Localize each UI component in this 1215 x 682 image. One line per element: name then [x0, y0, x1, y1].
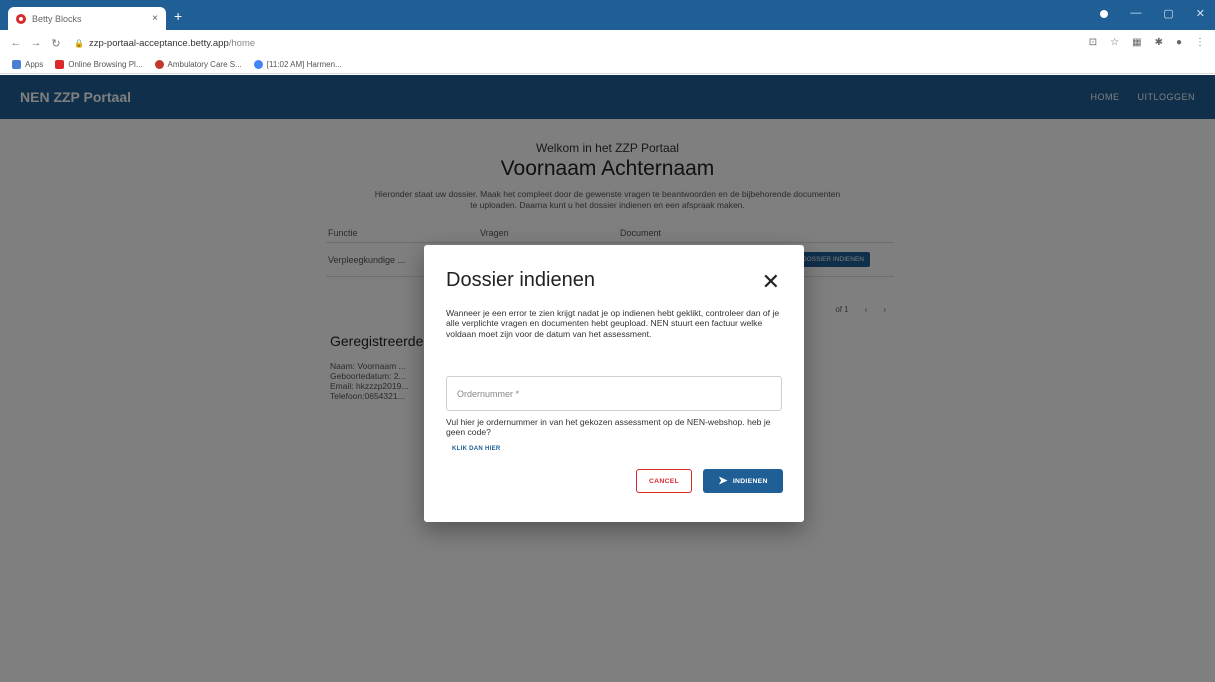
window-controls: — ▢ ✕ — [1100, 7, 1205, 20]
puzzle-icon[interactable]: ✱ — [1155, 37, 1163, 48]
google-icon — [253, 60, 263, 69]
dialog-message: Wanneer je een error te zien krijgt nada… — [446, 308, 780, 339]
lock-icon: 🔒 — [74, 38, 84, 48]
bookmark-online-browsing[interactable]: Online Browsing Pl... — [55, 60, 143, 69]
url-host: zzp-portaal-acceptance.betty.app — [88, 37, 229, 49]
extension-icon[interactable]: ▦ — [1132, 37, 1141, 48]
bookmark-harmen[interactable]: [11:02 AM] Harmen... — [253, 60, 342, 69]
star-icon[interactable]: ☆ — [1110, 37, 1119, 48]
order-helper-text: Vul hier je ordernummer in van het gekoz… — [446, 417, 771, 438]
order-number-input[interactable] — [446, 376, 782, 411]
menu-icon[interactable]: ⋮ — [1195, 37, 1205, 48]
apps-grid-icon — [12, 60, 21, 69]
bookmark-icon — [154, 60, 164, 69]
bookmark-ambulatory[interactable]: Ambulatory Care S... — [154, 60, 242, 69]
translate-icon[interactable]: ⊡ — [1089, 37, 1097, 48]
new-tab-button[interactable]: + — [174, 8, 182, 24]
profile-icon[interactable]: ● — [1176, 37, 1182, 48]
url-path: /home — [228, 37, 256, 49]
tab-title: Betty Blocks — [32, 13, 82, 24]
bookmark-apps[interactable]: Apps — [12, 60, 43, 69]
record-icon[interactable] — [1100, 10, 1109, 18]
browser-toolbar: ← → ↻ 🔒 zzp-portaal-acceptance.betty.app… — [0, 30, 1215, 56]
send-arrow-icon: ➤ — [718, 474, 728, 487]
cancel-button[interactable]: CANCEL — [636, 469, 692, 493]
click-here-link[interactable]: KLIK DAN HIER — [452, 446, 501, 452]
submit-dossier-dialog: Dossier indienen ✕ Wanneer je een error … — [424, 245, 804, 522]
browser-tabbar: Betty Blocks × + — ▢ ✕ — [0, 0, 1215, 30]
address-bar[interactable]: 🔒 zzp-portaal-acceptance.betty.app /home — [74, 38, 255, 49]
submit-button[interactable]: ➤ INDIENEN — [703, 469, 783, 493]
reload-icon[interactable]: ↻ — [48, 37, 64, 50]
bookmarks-bar: Apps Online Browsing Pl... Ambulatory Ca… — [0, 56, 1215, 74]
close-icon[interactable]: ✕ — [762, 271, 780, 293]
forward-icon[interactable]: → — [28, 37, 44, 49]
tab-close-icon[interactable]: × — [152, 13, 158, 24]
bookmark-icon — [55, 60, 65, 69]
maximize-icon[interactable]: ▢ — [1163, 7, 1173, 20]
dialog-title: Dossier indienen — [446, 269, 595, 291]
window-close-icon[interactable]: ✕ — [1196, 7, 1205, 20]
toolbar-right: ⊡ ☆ ▦ ✱ ● ⋮ — [1089, 37, 1205, 48]
betty-blocks-favicon-icon — [16, 13, 26, 24]
back-icon[interactable]: ← — [8, 37, 24, 49]
minimize-icon[interactable]: — — [1130, 7, 1141, 20]
submit-label: INDIENEN — [732, 477, 768, 485]
browser-tab[interactable]: Betty Blocks × — [8, 7, 166, 30]
